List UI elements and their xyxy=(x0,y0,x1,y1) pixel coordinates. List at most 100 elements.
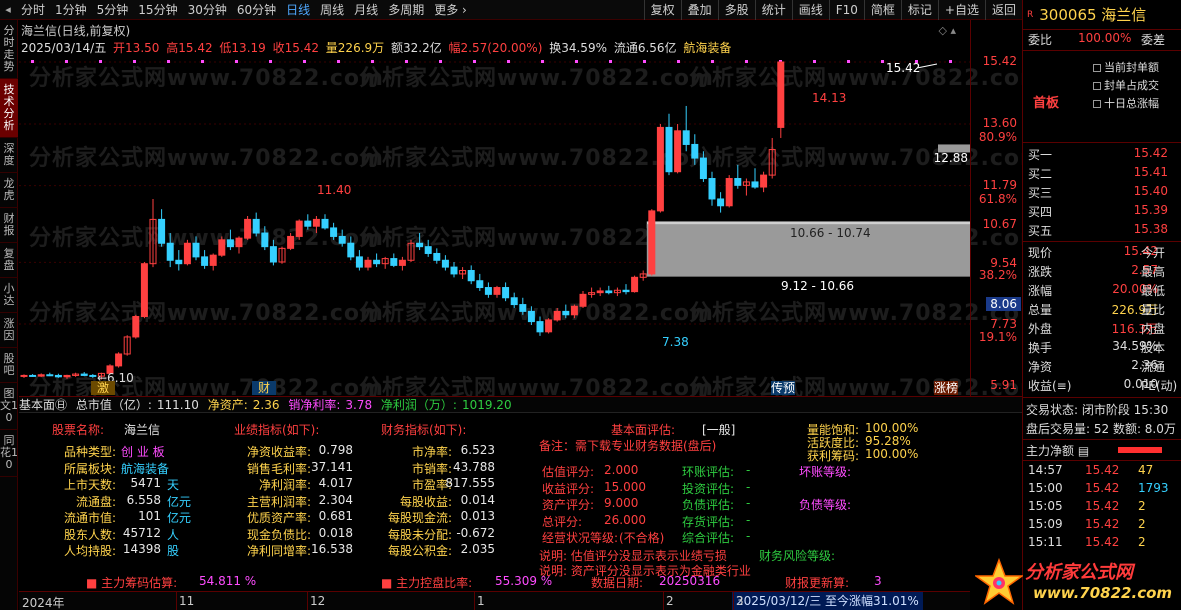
col1-value-2: 5471 xyxy=(130,476,161,490)
period-tab-4[interactable]: 30分钟 xyxy=(183,0,232,20)
zone-label-upper: 10.66 - 10.74 xyxy=(790,226,871,240)
bid-row-1-value: 15.41 xyxy=(1133,165,1168,179)
bid-row-3: 买四 15.39 xyxy=(1023,203,1181,222)
time-axis: 2025/03/12/三 至今涨幅31.01% 2024年 11 12 1 2 3 xyxy=(19,591,970,610)
quote-row-3-label: 总量 xyxy=(1028,303,1053,317)
time-separator xyxy=(307,592,308,610)
candle-body xyxy=(510,297,518,306)
quote-concept[interactable]: 航海装备 xyxy=(683,41,731,55)
candle-body xyxy=(656,126,664,212)
left-tab-7[interactable]: 涨因 xyxy=(0,313,18,348)
candlestick-plot[interactable]: ←6.1011.407.3814.1315.4210.66 - 10.749.1… xyxy=(19,20,970,396)
candle-body xyxy=(183,242,191,265)
divider xyxy=(1023,460,1181,461)
tick-price: 15.42 xyxy=(1085,481,1120,495)
chip-value: 54.811 % xyxy=(199,574,257,588)
left-tab-0[interactable]: 分时走势 xyxy=(0,20,18,79)
candle-body xyxy=(390,258,398,266)
toolbar-button-2[interactable]: 多股 xyxy=(717,0,755,20)
scroll-left-icon[interactable]: ◂ xyxy=(0,3,16,16)
candle-body xyxy=(519,304,527,312)
toolbar-button-0[interactable]: 复权 xyxy=(643,0,681,20)
left-tab-1[interactable]: 技术分析 xyxy=(0,79,18,138)
bid-row-2-value: 15.40 xyxy=(1133,184,1168,198)
period-tab-8[interactable]: 月线 xyxy=(349,0,383,20)
evaluation-label-2: 负债评估: xyxy=(682,498,735,512)
fund-title[interactable]: 基本面㊐ xyxy=(19,398,67,412)
quote-row-1-sub: 最高 xyxy=(1141,265,1166,279)
divider xyxy=(1023,142,1181,143)
period-tab-9[interactable]: 多周期 xyxy=(383,0,429,20)
toolbar-button-6[interactable]: 简框 xyxy=(863,0,901,20)
candle-body xyxy=(545,319,553,333)
period-tab-2[interactable]: 5分钟 xyxy=(92,0,134,20)
toolbar-button-3[interactable]: 统计 xyxy=(754,0,792,20)
period-tab-6[interactable]: 日线 xyxy=(281,0,315,20)
evaluation-value-2: - xyxy=(746,496,751,510)
left-tab-9[interactable]: 图文10 xyxy=(0,383,18,430)
left-tab-2[interactable]: 深度 xyxy=(0,138,18,173)
toolbar-button-4[interactable]: 画线 xyxy=(791,0,829,20)
toolbar-button-5[interactable]: F10 xyxy=(828,0,864,20)
left-tab-3[interactable]: 龙虎 xyxy=(0,173,18,208)
left-tab-6[interactable]: 小达 xyxy=(0,278,18,313)
candle-body xyxy=(777,61,785,128)
quote-row-2-label: 涨幅 xyxy=(1028,284,1053,298)
checkbox-0[interactable]: 当前封单额 xyxy=(1093,59,1159,75)
toolbar-button-8[interactable]: +自选 xyxy=(937,0,985,20)
quote-row-7-label: 收益(≡) xyxy=(1028,379,1072,393)
stock-code-name[interactable]: 300065 海兰信 xyxy=(1039,4,1146,25)
high-price-label-3: 15.42 xyxy=(886,61,920,75)
quote-row-5-sub: 股本 xyxy=(1141,341,1166,355)
period-tab-1[interactable]: 1分钟 xyxy=(50,0,92,20)
checkbox-box[interactable] xyxy=(1093,64,1101,72)
candle-body xyxy=(201,256,209,266)
signal-dot xyxy=(201,60,204,63)
quote-row-5-label: 换手 xyxy=(1028,341,1053,355)
price-axis-label: 13.60 xyxy=(982,116,1017,130)
quote-change: 幅2.57(20.00%) xyxy=(448,41,543,55)
tick-price: 15.42 xyxy=(1085,535,1120,549)
quote-row-6: 净资 2.36 流通 xyxy=(1023,358,1181,377)
left-tab-10[interactable]: 同花10 xyxy=(0,430,18,477)
checkbox-1[interactable]: 封单占成交 xyxy=(1093,77,1159,93)
kline-chart[interactable]: 分析家公式网www.70822.com 分析家公式网www.70822.com 分析… xyxy=(19,20,1043,401)
period-tab-0[interactable]: 分时 xyxy=(16,0,50,20)
candle-body xyxy=(416,242,424,248)
tick-row-1: 15:00 15.42 1793 xyxy=(1023,481,1181,500)
period-tab-3[interactable]: 15分钟 xyxy=(133,0,182,20)
toolbar-button-1[interactable]: 叠加 xyxy=(680,0,718,20)
list-icon[interactable]: ▤ xyxy=(1074,444,1089,458)
chart-corner-icons[interactable]: ◇ ▴ xyxy=(939,24,956,37)
period-tab-10[interactable]: 更多 › xyxy=(429,0,472,20)
period-tab-7[interactable]: 周线 xyxy=(315,0,349,20)
col3-value-6: 2.035 xyxy=(460,542,495,556)
candle-body xyxy=(717,198,725,207)
quote-row-2-sub: 最低 xyxy=(1141,284,1166,298)
stock-header[interactable]: R 300065 海兰信 xyxy=(1023,0,1181,30)
toolbar-button-9[interactable]: 返回 xyxy=(984,0,1022,20)
candle-body xyxy=(115,353,123,367)
checkbox-2[interactable]: 十日总涨幅 xyxy=(1093,95,1159,111)
quote-row-6-label: 净资 xyxy=(1028,360,1053,374)
main-net-label[interactable]: 主力净额 ▤ xyxy=(1026,442,1089,459)
toolbar-button-7[interactable]: 标记 xyxy=(900,0,938,20)
quote-row-4-label: 外盘 xyxy=(1028,322,1053,336)
period-tab-5[interactable]: 60分钟 xyxy=(232,0,281,20)
col2-label-5: 现金负债比: xyxy=(246,527,311,542)
eval-note: 备注：需下载专业财务数据(盘后) xyxy=(539,439,717,453)
candle-body xyxy=(338,235,346,244)
time-separator xyxy=(663,592,664,610)
left-tab-5[interactable]: 复盘 xyxy=(0,243,18,278)
left-tab-8[interactable]: 股吧 xyxy=(0,348,18,383)
update-value: 3 xyxy=(874,574,882,588)
candle-body xyxy=(665,126,673,173)
checkbox-box[interactable] xyxy=(1093,100,1101,108)
signal-dot xyxy=(949,60,952,63)
checkbox-label: 十日总涨幅 xyxy=(1104,97,1159,110)
signal-dot xyxy=(269,60,272,63)
left-tab-4[interactable]: 财报 xyxy=(0,208,18,243)
candle-body xyxy=(355,256,363,268)
col1-value-4: 101 xyxy=(138,509,161,523)
checkbox-box[interactable] xyxy=(1093,82,1101,90)
